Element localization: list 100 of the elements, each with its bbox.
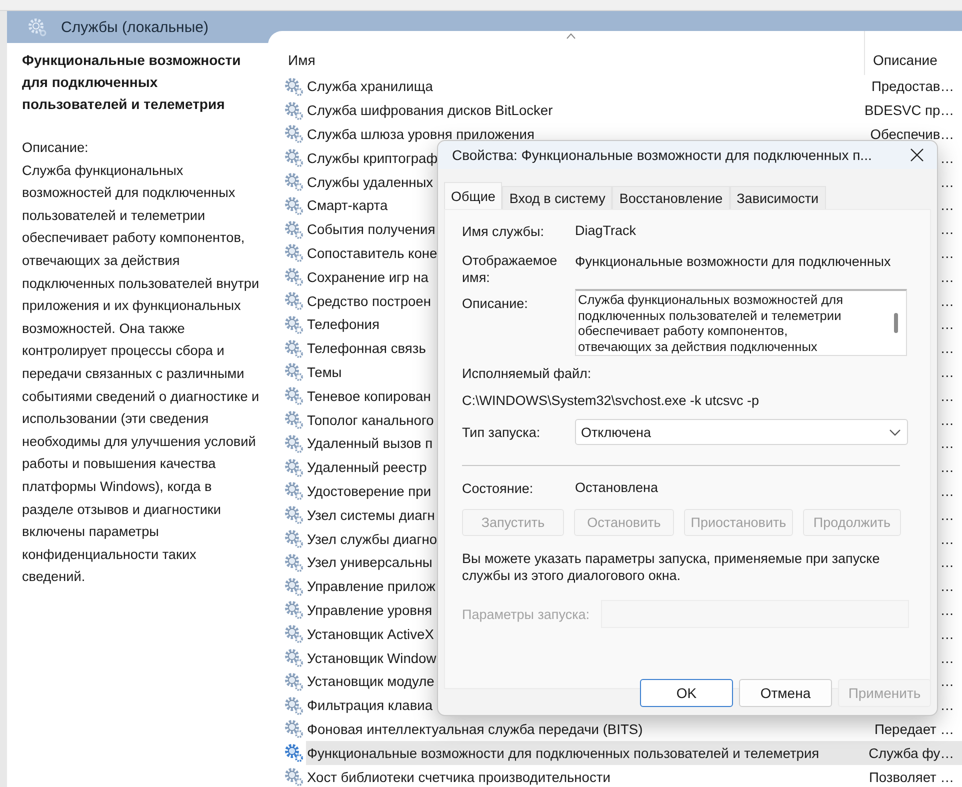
description-label: Описание:	[22, 139, 90, 157]
gear-icon	[284, 124, 304, 144]
service-name[interactable]: Хост библиотеки счетчика производительности	[307, 770, 610, 784]
service-name[interactable]: Удостоверение при	[307, 484, 432, 499]
gear-icon	[284, 291, 304, 312]
gear-icon	[284, 220, 304, 240]
dialog-button[interactable]: Отмена	[739, 679, 832, 707]
column-header[interactable]: Имя	[268, 31, 864, 75]
field-label: Имя службы:	[462, 223, 545, 240]
service-name[interactable]: Служба хранилища	[307, 79, 433, 94]
service-name[interactable]: Службы криптограф	[307, 150, 438, 166]
gear-icon	[284, 76, 304, 97]
service-name[interactable]: Тополог канального	[307, 412, 434, 428]
service-name[interactable]: События получения	[307, 222, 436, 238]
executable-path: C:\WINDOWS\System32\svchost.exe -k utcsvc -p	[462, 393, 760, 408]
service-name[interactable]: Сопоставитель коне	[307, 246, 438, 261]
gear-icon	[284, 434, 304, 454]
service-name-value: DiagTrack	[575, 223, 636, 238]
service-name[interactable]: Установщик ActiveX	[307, 626, 434, 642]
service-name[interactable]: Теневое копирован	[307, 388, 431, 404]
gear-icon	[284, 719, 304, 740]
description-box[interactable]: Служба функциональных возможностей для подключенных пользователей и телеметрии обеспечивает работу компонентов, отвечающих за действия подключенных	[575, 289, 907, 356]
field-label: Отображаемое имя:	[462, 252, 558, 286]
startup-type-dropdown[interactable]: Отключена	[575, 419, 908, 445]
dialog-button[interactable]: OK	[640, 679, 733, 707]
service-description-cell: …	[940, 317, 954, 332]
service-name[interactable]: Управление прилож	[307, 579, 436, 594]
gear-icon	[284, 529, 304, 550]
service-description-cell: Передает …	[874, 722, 954, 737]
service-description-cell: …	[940, 602, 954, 618]
tab[interactable]: Вход в систему	[502, 186, 612, 209]
service-description-cell: …	[940, 412, 954, 428]
service-name[interactable]: Фильтрация клавиа	[307, 698, 433, 714]
gear-icon	[284, 243, 304, 264]
service-name[interactable]: Телефонная связь	[307, 341, 426, 356]
display-name-field[interactable]: Функциональные возможности для подключенных	[575, 254, 891, 269]
service-description-cell: …	[940, 436, 954, 452]
service-heading: Функциональные возможности для подключенных пользователей и телеметрия	[22, 51, 242, 114]
service-description-cell: …	[940, 198, 954, 214]
service-description-cell: …	[940, 294, 954, 309]
service-name[interactable]: Узел службы диагно	[307, 532, 438, 547]
gear-icon	[284, 267, 304, 288]
service-name[interactable]: Удаленный реестр	[307, 460, 427, 476]
gear-icon	[284, 743, 304, 764]
service-name[interactable]: Темы	[307, 364, 342, 380]
service-name[interactable]: Установщик Window	[307, 650, 436, 666]
gear-icon	[284, 624, 304, 644]
service-name[interactable]: Фоновая интеллектуальная служба передачи (BITS)	[307, 722, 643, 737]
service-description-cell: …	[940, 364, 954, 380]
service-description-cell: …	[940, 579, 954, 594]
service-description-cell: …	[940, 270, 954, 285]
console-title: Службы (локальные)	[61, 18, 208, 36]
service-name[interactable]: Управление уровня	[307, 602, 432, 618]
service-description-cell: …	[940, 532, 954, 547]
service-description-cell: Предостав…	[871, 79, 954, 94]
field-label: Тип запуска:	[462, 424, 542, 440]
service-description-cell: Служба фу…	[868, 746, 954, 761]
gear-icon	[284, 410, 304, 430]
service-description-cell: BDESVC пр…	[864, 103, 954, 118]
gear-icon	[284, 172, 304, 192]
service-description-cell: …	[940, 484, 954, 499]
gear-icon	[284, 505, 304, 526]
service-name[interactable]: Узел системы диагн	[307, 508, 435, 523]
service-name[interactable]: Служба шифрования дисков BitLocker	[307, 103, 553, 118]
gear-icon	[284, 196, 304, 216]
service-description-cell: Позволяет …	[869, 770, 954, 784]
service-name[interactable]: Функциональные возможности для подключенных пользователей и телеметрия	[307, 746, 820, 761]
tab[interactable]: Восстановление	[612, 186, 730, 209]
hint-text: Вы можете указать параметры запуска, применяемые при запуске службы из этого диалогового окна.	[462, 550, 881, 584]
sort-caret-icon	[566, 33, 576, 39]
tab[interactable]: Зависимости	[730, 186, 826, 209]
gear-icon	[284, 481, 304, 502]
service-description-cell: …	[940, 341, 954, 356]
service-description-cell: …	[940, 650, 954, 666]
service-description-cell: …	[940, 460, 954, 476]
service-name[interactable]: Удаленный вызов п	[307, 436, 433, 452]
tab[interactable]: Общие	[444, 182, 502, 209]
gear-icon	[284, 338, 304, 359]
gear-icon	[284, 148, 304, 168]
service-name[interactable]: Сохранение игр на	[307, 270, 428, 285]
gear-icon	[284, 696, 304, 716]
gear-icon	[284, 314, 304, 335]
gear-icon	[284, 648, 304, 668]
service-name[interactable]: Телефония	[307, 317, 380, 332]
service-description-cell: …	[940, 508, 954, 523]
service-name[interactable]: Службы удаленных	[307, 174, 434, 190]
service-description-cell: …	[940, 674, 954, 690]
service-name[interactable]: Смарт-карта	[307, 198, 388, 214]
service-name[interactable]: Узел универсальны	[307, 555, 432, 570]
service-name[interactable]: Служба шлюза уровня приложения	[307, 126, 534, 142]
service-description-cell: …	[940, 222, 954, 238]
service-description-cell: …	[940, 174, 954, 190]
service-name[interactable]: Средство построен	[307, 294, 431, 309]
gear-icon	[284, 386, 304, 406]
service-description-cell: …	[940, 150, 954, 166]
field-label: Параметры запуска:	[462, 606, 591, 622]
service-name[interactable]: Установщик модуле	[307, 674, 434, 690]
service-description-cell: …	[940, 246, 954, 261]
column-header[interactable]: Описание	[864, 31, 953, 75]
field-label: Состояние:	[462, 480, 534, 497]
